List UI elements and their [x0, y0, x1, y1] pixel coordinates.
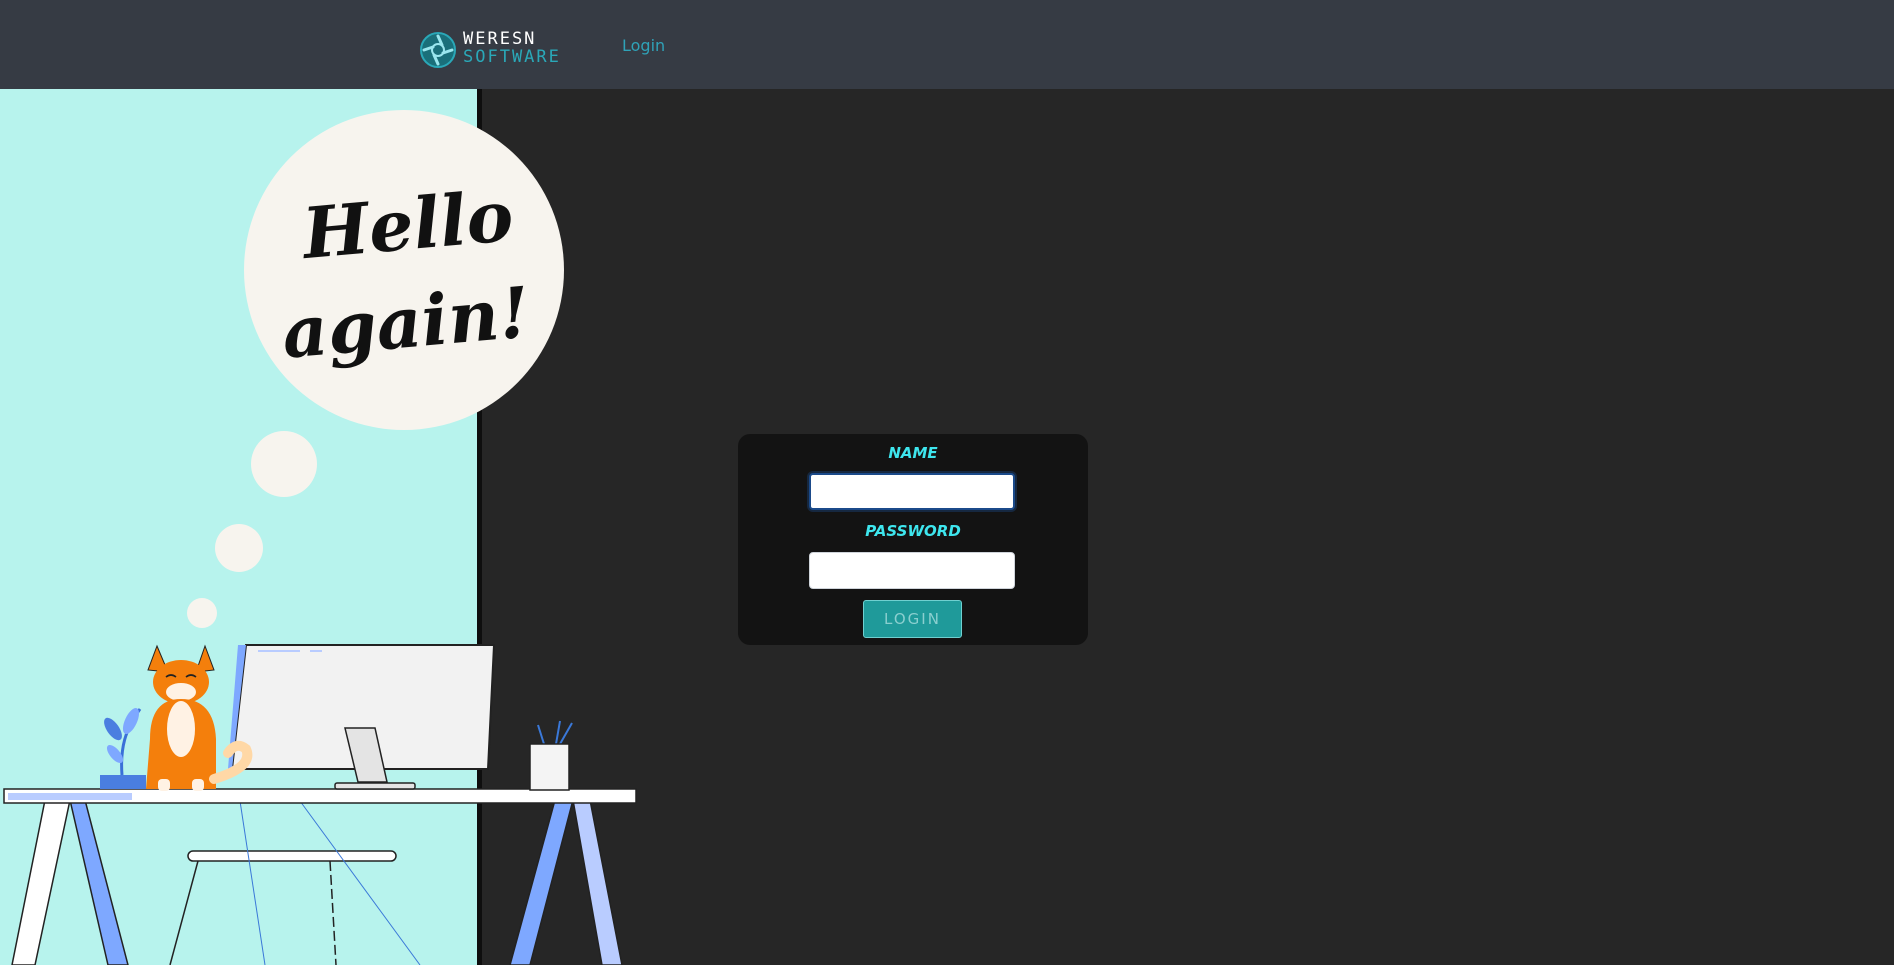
- desk-pencil-cup: [529, 720, 573, 791]
- name-label: NAME: [888, 444, 938, 462]
- nav-login-link[interactable]: Login: [622, 36, 665, 55]
- thought-bubble: [244, 110, 564, 430]
- hello-illustration: Hello again!: [0, 89, 637, 965]
- password-label: PASSWORD: [865, 522, 961, 540]
- brand-name-line2: SOFTWARE: [463, 47, 561, 67]
- top-navbar: WERESN SOFTWARE Login: [0, 0, 1894, 89]
- thought-dot-medium: [215, 524, 263, 572]
- thought-dot-large: [251, 431, 317, 497]
- desk-right-leg: [509, 799, 623, 965]
- brand-logo[interactable]: WERESN SOFTWARE: [419, 30, 579, 70]
- thought-dot-small: [187, 598, 217, 628]
- desk-monitor: [228, 644, 496, 790]
- name-input[interactable]: [809, 473, 1015, 510]
- brand-name-line1: WERESN: [463, 29, 537, 49]
- logo-icon: [420, 32, 456, 68]
- login-button[interactable]: LOGIN: [863, 600, 962, 638]
- desk-top-shade: [8, 793, 132, 800]
- password-input[interactable]: [809, 552, 1015, 589]
- login-card: NAME PASSWORD LOGIN: [738, 434, 1088, 645]
